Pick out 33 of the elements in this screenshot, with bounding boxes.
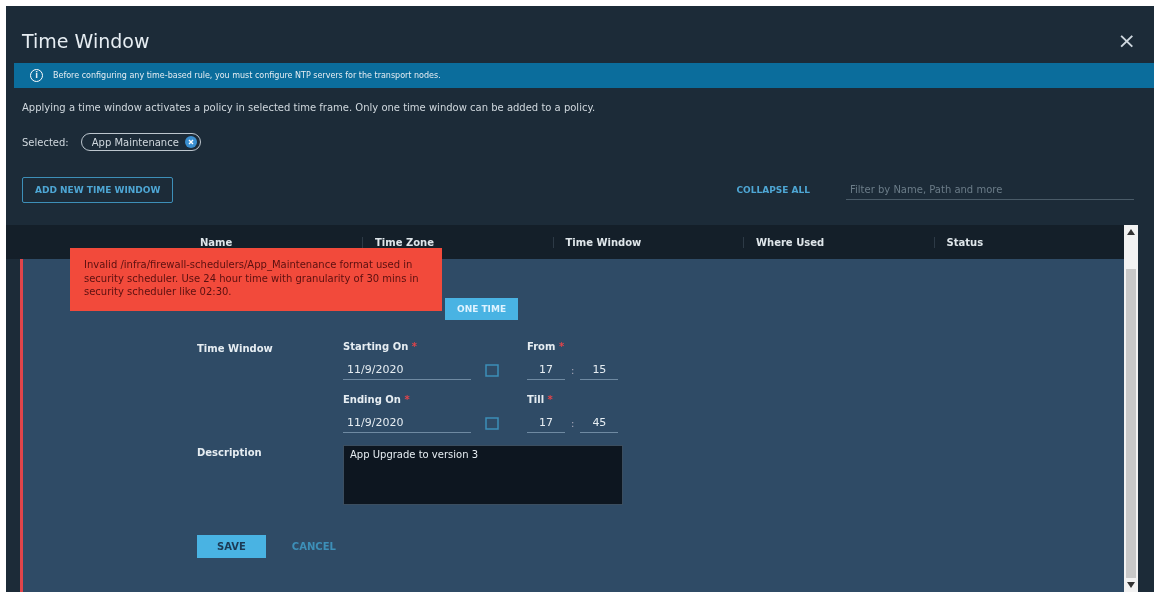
date-field[interactable]: 11/9/2020 bbox=[343, 413, 471, 433]
selected-label: Selected: bbox=[22, 136, 69, 148]
time-separator: : bbox=[571, 417, 575, 429]
column-header[interactable]: Time Zone bbox=[362, 236, 553, 248]
column-header[interactable]: Where Used bbox=[743, 236, 934, 248]
minute-field[interactable]: 15 bbox=[580, 360, 619, 380]
scrollbar[interactable] bbox=[1124, 225, 1138, 592]
time-separator: : bbox=[571, 364, 575, 376]
field-label: Ending On * bbox=[343, 394, 411, 405]
save-button[interactable]: SAVE bbox=[197, 535, 266, 558]
scroll-down-icon[interactable] bbox=[1127, 582, 1135, 588]
collapse-all-button[interactable]: COLLAPSE ALL bbox=[730, 184, 816, 196]
intro-text: Applying a time window activates a policy in selected time frame. Only one time window can be added to a policy. bbox=[21, 101, 597, 115]
field-label: Time Window bbox=[197, 342, 274, 356]
column-header[interactable]: Time Window bbox=[552, 236, 743, 248]
field-label: From * bbox=[527, 341, 566, 352]
scroll-up-icon[interactable] bbox=[1127, 229, 1135, 235]
error-toast: Invalid /infra/firewall-schedulers/App_Maintenance format used in security scheduler. Use 24 hour time with granularity of 30 mins in security scheduler like 02:30. bbox=[70, 248, 442, 311]
dialog-title: Time Window bbox=[22, 29, 151, 52]
field-label: Description bbox=[197, 446, 263, 460]
date-field[interactable]: 11/9/2020 bbox=[343, 360, 471, 380]
column-header[interactable]: Name bbox=[70, 236, 362, 248]
hour-field[interactable]: 17 bbox=[527, 413, 565, 433]
remove-icon[interactable] bbox=[184, 136, 197, 148]
hour-field[interactable]: 17 bbox=[527, 360, 565, 380]
field-label: Till * bbox=[527, 394, 554, 405]
banner-text: Before configuring any time-based rule, you must configure NTP servers for the transport nodes. bbox=[53, 71, 441, 80]
close-button[interactable]: × bbox=[1113, 28, 1140, 53]
minute-field[interactable]: 45 bbox=[580, 413, 619, 433]
field-label: Starting On * bbox=[343, 341, 418, 352]
add-time-window-button[interactable]: ADD NEW TIME WINDOW bbox=[22, 177, 174, 203]
search-field[interactable]: Filter by Name, Path and more bbox=[846, 180, 1134, 200]
description-field[interactable]: App Upgrade to version 3 bbox=[343, 445, 623, 505]
